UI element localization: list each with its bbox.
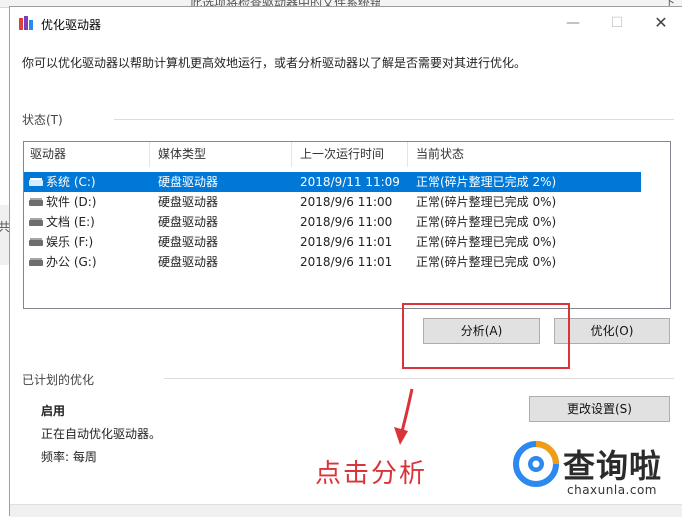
title-bar[interactable]: 优化驱动器 — ☐ ✕ [10, 7, 682, 39]
current-status-cell: 正常(碎片整理已完成 0%) [416, 195, 557, 209]
maximize-icon: ☐ [610, 15, 624, 31]
column-header-current-status[interactable]: 当前状态 [410, 142, 642, 167]
drive-list[interactable]: 驱动器 媒体类型 上一次运行时间 当前状态 系统 (C:) 硬盘驱动器 2018/9… [23, 141, 671, 309]
hard-drive-icon [29, 238, 43, 247]
drive-name-cell: 文档 (E:) [46, 215, 95, 229]
media-type-cell: 硬盘驱动器 [158, 235, 219, 249]
drive-row[interactable]: 系统 (C:) 硬盘驱动器 2018/9/11 11:09 正常(碎片整理已完成 2%… [24, 172, 641, 192]
current-status-cell: 正常(碎片整理已完成 0%) [416, 215, 557, 229]
drive-row[interactable]: 办公 (G:) 硬盘驱动器 2018/9/6 11:01 正常(碎片整理已完成 0%) [24, 252, 641, 272]
media-type-cell: 硬盘驱动器 [158, 215, 219, 229]
annotation-arrow-icon [394, 388, 414, 445]
close-icon: ✕ [654, 13, 668, 32]
drive-name-cell: 系统 (C:) [46, 175, 96, 189]
drive-row[interactable]: 软件 (D:) 硬盘驱动器 2018/9/6 11:00 正常(碎片整理已完成 0%) [24, 192, 641, 212]
media-type-cell: 硬盘驱动器 [158, 195, 219, 209]
schedule-enabled-label: 启用 [41, 404, 66, 418]
drive-name-cell: 办公 (G:) [46, 255, 97, 269]
last-run-cell: 2018/9/6 11:01 [300, 255, 393, 269]
drive-list-header: 驱动器 媒体类型 上一次运行时间 当前状态 [24, 142, 670, 167]
optimize-drives-window: 优化驱动器 — ☐ ✕ 你可以优化驱动器以帮助计算机更高效地运行，或者分析驱动器… [9, 6, 682, 517]
minimize-icon: — [566, 15, 580, 31]
watermark-logo-icon [513, 441, 559, 487]
optimize-button[interactable]: 优化(O) [554, 318, 670, 344]
watermark: 查询啦 chaxunla.com [505, 439, 682, 503]
drive-name-cell: 软件 (D:) [46, 195, 97, 209]
drive-name-cell: 娱乐 (F:) [46, 235, 94, 249]
status-section-label: 状态(T) [22, 113, 63, 127]
hard-drive-icon [29, 218, 43, 227]
minimize-button[interactable]: — [558, 11, 588, 35]
scheduled-divider [164, 378, 674, 379]
analyze-highlight-box [402, 303, 570, 369]
current-status-cell: 正常(碎片整理已完成 2%) [416, 175, 557, 189]
close-button[interactable]: ✕ [646, 11, 676, 35]
hard-drive-icon [29, 258, 43, 267]
status-divider [114, 119, 674, 120]
hard-drive-icon [29, 198, 43, 207]
column-header-media-type[interactable]: 媒体类型 [152, 142, 292, 167]
maximize-button[interactable]: ☐ [602, 11, 632, 35]
defrag-app-icon [19, 16, 33, 30]
media-type-cell: 硬盘驱动器 [158, 175, 219, 189]
schedule-frequency-text: 频率: 每周 [41, 450, 97, 464]
drive-row[interactable]: 文档 (E:) 硬盘驱动器 2018/9/6 11:00 正常(碎片整理已完成 0%) [24, 212, 641, 232]
watermark-domain-text: chaxunla.com [567, 483, 657, 497]
watermark-brand-text: 查询啦 [563, 447, 663, 485]
annotation-text: 点击分析 [315, 459, 428, 489]
column-header-last-run[interactable]: 上一次运行时间 [294, 142, 408, 167]
last-run-cell: 2018/9/11 11:09 [300, 175, 400, 189]
window-footer [10, 504, 682, 517]
media-type-cell: 硬盘驱动器 [158, 255, 219, 269]
system-drive-icon [29, 178, 43, 187]
last-run-cell: 2018/9/6 11:00 [300, 215, 393, 229]
scheduled-section-label: 已计划的优化 [22, 373, 95, 387]
last-run-cell: 2018/9/6 11:00 [300, 195, 393, 209]
intro-text: 你可以优化驱动器以帮助计算机更高效地运行，或者分析驱动器以了解是否需要对其进行优… [22, 56, 527, 70]
window-title: 优化驱动器 [41, 18, 102, 32]
schedule-status-text: 正在自动优化驱动器。 [41, 427, 162, 441]
column-header-drive[interactable]: 驱动器 [24, 142, 150, 167]
change-settings-button[interactable]: 更改设置(S) [529, 396, 670, 422]
last-run-cell: 2018/9/6 11:01 [300, 235, 393, 249]
current-status-cell: 正常(碎片整理已完成 0%) [416, 255, 557, 269]
drive-row[interactable]: 娱乐 (F:) 硬盘驱动器 2018/9/6 11:01 正常(碎片整理已完成 0%) [24, 232, 641, 252]
current-status-cell: 正常(碎片整理已完成 0%) [416, 235, 557, 249]
